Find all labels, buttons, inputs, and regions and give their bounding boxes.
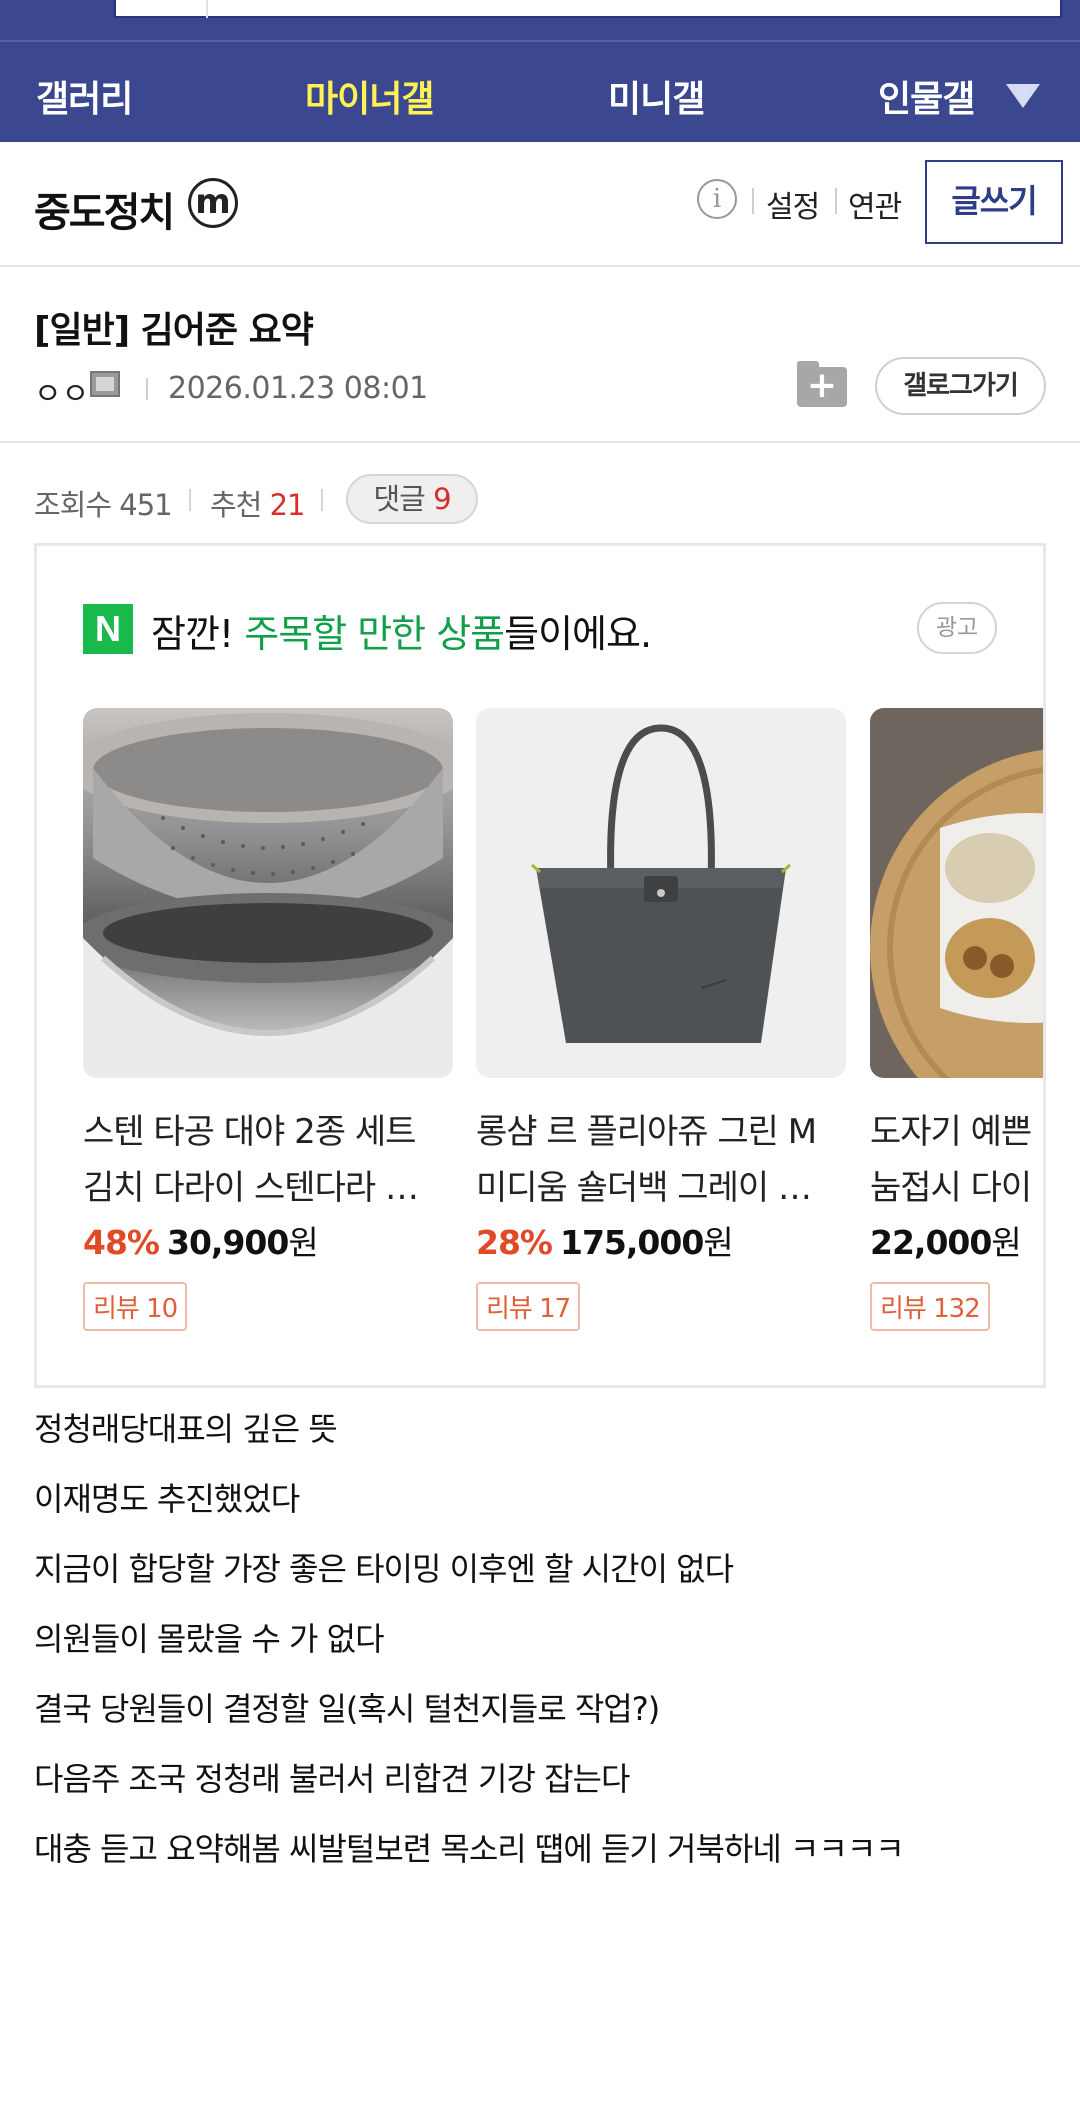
- write-button[interactable]: 글쓰기: [925, 160, 1063, 244]
- product-price: 22,000원: [870, 1216, 1043, 1264]
- gallog-button[interactable]: 갤로그가기: [875, 357, 1046, 415]
- related-link[interactable]: 연관: [848, 182, 902, 226]
- views-count: 451: [119, 488, 172, 522]
- ad-headline-highlight: 주목할 만한 상품: [244, 612, 505, 656]
- product-card[interactable]: 도자기 예쁜눔접시 다이 22,000원 리뷰 132: [870, 708, 1043, 1331]
- post-author[interactable]: ㅇㅇ: [34, 369, 89, 413]
- product-card[interactable]: 스텐 타공 대야 2종 세트김치 다라이 스텐다라 … 48% 30,900원 리…: [83, 708, 453, 1331]
- comments-label: 댓글: [373, 482, 425, 516]
- product-name-line2: 김치 다라이 스텐다라 …: [83, 1168, 419, 1208]
- search-box[interactable]: [114, 0, 1062, 18]
- post-header: [일반] 김어준 요약 ㅇㅇ 2026.01.23 08:01 + 갤로그가기: [0, 267, 1080, 443]
- product-name[interactable]: 도자기 예쁜눔접시 다이: [870, 1104, 1043, 1216]
- product-price-value: 175,000: [560, 1223, 704, 1262]
- comments-button[interactable]: 댓글 9: [346, 474, 478, 524]
- ad-badge[interactable]: 광고: [917, 602, 997, 654]
- content-line: 대충 듣고 요약해봄 씨발털보련 목소리 떕에 듣기 거북하네 ㅋㅋㅋㅋ: [34, 1830, 905, 1868]
- product-name-line2: 눔접시 다이: [870, 1168, 1032, 1208]
- product-name-line1: 도자기 예쁜: [870, 1112, 1032, 1152]
- divider: [835, 188, 837, 214]
- nav-item-mini-gallery[interactable]: 미니갤: [608, 70, 705, 122]
- product-price-value: 30,900: [167, 1223, 289, 1262]
- bag-illustration: [531, 724, 791, 1043]
- product-name-line2: 미디움 숄더백 그레이 …: [476, 1168, 812, 1208]
- product-image-bag[interactable]: [476, 708, 846, 1078]
- fixed-nick-icon: [90, 371, 120, 397]
- info-icon[interactable]: i: [697, 179, 737, 219]
- comments-count: 9: [433, 482, 451, 516]
- naver-logo-icon: N: [83, 604, 133, 654]
- product-discount: 48%: [83, 1223, 160, 1262]
- gallery-name[interactable]: 중도정치: [34, 180, 175, 238]
- product-review-badge: 리뷰 132: [870, 1282, 990, 1331]
- chevron-down-icon[interactable]: [1006, 84, 1040, 108]
- divider: [189, 489, 191, 511]
- post-content: 정청래당대표의 깊은 뜻 이재명도 추진했었다 지금이 합당할 가장 좋은 타이…: [34, 1394, 1046, 1884]
- product-price-value: 22,000: [870, 1223, 992, 1262]
- top-search-bar: [0, 0, 1080, 40]
- colander-illustration: [83, 713, 453, 1078]
- product-card[interactable]: 롱샴 르 플리아쥬 그린 M 미디움 숄더백 그레이 … 28% 175,000원 …: [476, 708, 846, 1331]
- product-name-line1: 롱샴 르 플리아쥬 그린 M: [476, 1112, 817, 1152]
- product-name-line1: 스텐 타공 대야 2종 세트: [83, 1112, 416, 1152]
- post-title: [일반] 김어준 요약: [34, 310, 314, 351]
- folder-add-icon[interactable]: +: [797, 361, 847, 407]
- dish-illustration: [870, 708, 1043, 1078]
- product-price: 28% 175,000원: [476, 1216, 846, 1264]
- product-price-unit: 원: [991, 1223, 1021, 1262]
- nav-item-person-gallery[interactable]: 인물갤: [878, 70, 975, 122]
- recommend-label: 추천: [210, 488, 262, 522]
- product-price-unit: 원: [703, 1223, 733, 1262]
- content-line: 다음주 조국 정청래 불러서 리합견 기강 잡는다: [34, 1760, 630, 1798]
- ad-headline-post: 들이에요.: [504, 612, 652, 656]
- product-review-badge: 리뷰 10: [83, 1282, 188, 1331]
- content-line: 이재명도 추진했었다: [34, 1480, 300, 1518]
- divider: [146, 378, 148, 400]
- settings-link[interactable]: 설정: [766, 182, 820, 226]
- content-line: 결국 당원들이 결정할 일(혹시 털천지들로 작업?): [34, 1690, 660, 1728]
- product-image-dish[interactable]: [870, 708, 1043, 1078]
- product-name[interactable]: 스텐 타공 대야 2종 세트김치 다라이 스텐다라 …: [83, 1104, 453, 1216]
- search-divider: [206, 0, 208, 18]
- nav-item-gallery[interactable]: 갤러리: [36, 70, 133, 122]
- post-date: 2026.01.23 08:01: [168, 371, 428, 406]
- product-image-colander[interactable]: [83, 708, 453, 1078]
- views-stat: 조회수 451: [34, 482, 173, 524]
- product-price-unit: 원: [288, 1223, 318, 1262]
- recommend-stat: 추천 21: [210, 482, 305, 524]
- product-review-badge: 리뷰 17: [476, 1282, 581, 1331]
- product-name[interactable]: 롱샴 르 플리아쥬 그린 M 미디움 숄더백 그레이 …: [476, 1104, 846, 1216]
- gallery-nav: 갤러리 마이너갤 미니갤 인물갤: [0, 40, 1080, 142]
- recommend-count: 21: [269, 488, 306, 522]
- ad-block: N 잠깐! 주목할 만한 상품들이에요. 광고 스텐 타공 대야 2종 세트김치…: [34, 543, 1046, 1388]
- nav-item-minor-gallery[interactable]: 마이너갤: [305, 70, 434, 122]
- gallery-header: 중도정치 m i 설정 연관 글쓰기: [0, 142, 1080, 267]
- divider: [321, 489, 323, 511]
- divider: [752, 188, 754, 214]
- product-price: 48% 30,900원: [83, 1216, 453, 1264]
- post-stats: 조회수 451 추천 21 댓글 9: [34, 474, 1034, 524]
- ad-headline-pre: 잠깐!: [151, 612, 245, 656]
- content-line: 의원들이 몰랐을 수 가 없다: [34, 1620, 385, 1658]
- views-label: 조회수: [34, 488, 112, 522]
- content-line: 정청래당대표의 깊은 뜻: [34, 1410, 338, 1448]
- ad-headline: 잠깐! 주목할 만한 상품들이에요.: [151, 603, 652, 658]
- product-discount: 28%: [476, 1223, 553, 1262]
- content-line: 지금이 합당할 가장 좋은 타이밍 이후엔 할 시간이 없다: [34, 1550, 734, 1588]
- minor-gallery-icon: m: [188, 178, 238, 228]
